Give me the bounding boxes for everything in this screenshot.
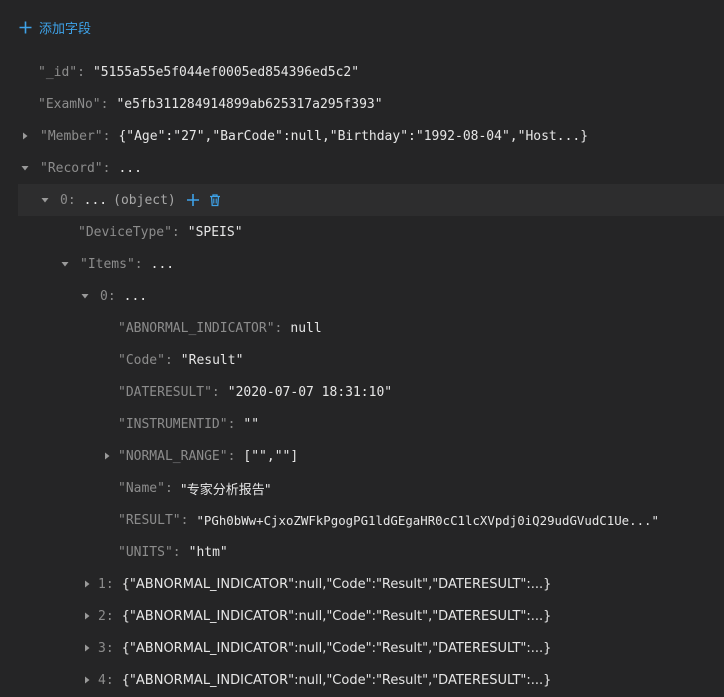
field-row-record-0[interactable]: 0: ... (object) xyxy=(18,184,724,216)
field-row-instrumentid[interactable]: "INSTRUMENTID": "" xyxy=(0,408,724,440)
field-value[interactable]: ... xyxy=(84,193,107,208)
field-value[interactable]: {"ABNORMAL_INDICATOR":null,"Code":"Resul… xyxy=(122,609,552,624)
field-value[interactable]: "2020-07-07 18:31:10" xyxy=(228,385,392,400)
expand-caret-icon[interactable] xyxy=(102,451,112,461)
field-row-examno[interactable]: "ExamNo": "e5fb311284914899ab625317a295f… xyxy=(0,88,724,120)
field-key: "_id" xyxy=(38,64,78,80)
field-value[interactable]: "专家分析报告" xyxy=(181,479,271,498)
field-row-dateresult[interactable]: "DATERESULT": "2020-07-07 18:31:10" xyxy=(0,376,724,408)
field-value[interactable]: "e5fb311284914899ab625317a295f393" xyxy=(116,97,382,112)
field-row-items-2[interactable]: 2: {"ABNORMAL_INDICATOR":null,"Code":"Re… xyxy=(0,600,724,632)
collapse-caret-icon[interactable] xyxy=(80,291,90,301)
field-row-units[interactable]: "UNITS": "htm" xyxy=(0,536,724,568)
colon: : xyxy=(180,512,189,528)
field-key: "Member" xyxy=(40,128,103,144)
field-key: 2 xyxy=(98,608,106,624)
collapse-caret-icon[interactable] xyxy=(20,163,30,173)
add-field-label: 添加字段 xyxy=(39,21,92,37)
field-key: "Name" xyxy=(118,480,165,496)
field-value[interactable]: {"ABNORMAL_INDICATOR":null,"Code":"Resul… xyxy=(122,577,552,592)
field-row-result[interactable]: "RESULT": "PGh0bWw+CjxoZWFkPgogPG1ldGEga… xyxy=(0,504,724,536)
colon: : xyxy=(105,576,114,592)
field-type-label: (object) xyxy=(113,192,176,208)
field-key: "DATERESULT" xyxy=(118,384,212,400)
field-key: 0 xyxy=(100,288,108,304)
colon: : xyxy=(107,288,116,304)
colon: : xyxy=(164,352,173,368)
collapse-caret-icon[interactable] xyxy=(40,195,50,205)
field-key: 0 xyxy=(60,192,68,208)
field-value[interactable]: null xyxy=(290,321,321,336)
expand-caret-icon[interactable] xyxy=(82,611,92,621)
field-key: "ExamNo" xyxy=(38,96,101,112)
colon: : xyxy=(172,544,181,560)
colon: : xyxy=(102,128,111,144)
field-row-items-3[interactable]: 3: {"ABNORMAL_INDICATOR":null,"Code":"Re… xyxy=(0,632,724,664)
colon: : xyxy=(171,224,180,240)
field-value[interactable]: ... xyxy=(124,289,147,304)
plus-icon xyxy=(19,21,32,33)
field-row-record[interactable]: "Record": ... xyxy=(0,152,724,184)
field-key: 1 xyxy=(98,576,106,592)
field-key: "UNITS" xyxy=(118,544,173,560)
field-row-items[interactable]: "Items": ... xyxy=(0,248,724,280)
colon: : xyxy=(274,320,283,336)
colon: : xyxy=(227,416,236,432)
colon: : xyxy=(105,672,114,688)
field-key: "Record" xyxy=(40,160,103,176)
field-row-items-1[interactable]: 1: {"ABNORMAL_INDICATOR":null,"Code":"Re… xyxy=(0,568,724,600)
colon: : xyxy=(77,64,85,80)
collapse-caret-icon[interactable] xyxy=(60,259,70,269)
field-row-abnormal-indicator[interactable]: "ABNORMAL_INDICATOR": null xyxy=(0,312,724,344)
field-value[interactable]: "" xyxy=(243,417,259,432)
field-key: 4 xyxy=(98,672,106,688)
field-value[interactable]: ... xyxy=(118,161,141,176)
field-row-code[interactable]: "Code": "Result" xyxy=(0,344,724,376)
field-value[interactable]: {"ABNORMAL_INDICATOR":null,"Code":"Resul… xyxy=(122,673,552,688)
field-row-devicetype[interactable]: "DeviceType": "SPEIS" xyxy=(0,216,724,248)
field-row-items-0[interactable]: 0: ... xyxy=(0,280,724,312)
field-row-items-4[interactable]: 4: {"ABNORMAL_INDICATOR":null,"Code":"Re… xyxy=(0,664,724,696)
colon: : xyxy=(105,640,114,656)
colon: : xyxy=(100,96,109,112)
field-value[interactable]: "SPEIS" xyxy=(188,225,243,240)
field-value[interactable]: ["",""] xyxy=(243,449,298,464)
colon: : xyxy=(211,384,220,400)
colon: : xyxy=(134,256,143,272)
trash-icon[interactable] xyxy=(208,193,222,207)
field-value[interactable]: "Result" xyxy=(181,353,244,368)
field-key: "NORMAL_RANGE" xyxy=(118,448,228,464)
add-field-button[interactable]: 添加字段 xyxy=(18,16,91,38)
field-row-member[interactable]: "Member": {"Age":"27","BarCode":null,"Bi… xyxy=(0,120,724,152)
expand-caret-icon[interactable] xyxy=(82,579,92,589)
colon: : xyxy=(164,480,173,496)
field-value[interactable]: "PGh0bWw+CjxoZWFkPgogPG1ldGEgaHR0cC1lcXV… xyxy=(196,513,659,528)
colon: : xyxy=(105,608,114,624)
field-value[interactable]: {"Age":"27","BarCode":null,"Birthday":"1… xyxy=(118,129,588,144)
field-key: "RESULT" xyxy=(118,512,181,528)
field-value[interactable]: ... xyxy=(151,257,174,272)
field-key: "Items" xyxy=(80,256,135,272)
field-key: "DeviceType" xyxy=(78,224,172,240)
add-icon[interactable] xyxy=(186,193,200,207)
expand-caret-icon[interactable] xyxy=(20,131,30,141)
field-value[interactable]: "htm" xyxy=(189,545,228,560)
field-key: "Code" xyxy=(118,352,165,368)
expand-caret-icon[interactable] xyxy=(82,675,92,685)
field-key: "ABNORMAL_INDICATOR" xyxy=(118,320,275,336)
field-value[interactable]: {"ABNORMAL_INDICATOR":null,"Code":"Resul… xyxy=(122,641,552,656)
colon: : xyxy=(67,192,76,208)
field-row-normal-range[interactable]: "NORMAL_RANGE": ["",""] xyxy=(0,440,724,472)
field-key: "INSTRUMENTID" xyxy=(118,416,228,432)
field-row-name[interactable]: "Name": "专家分析报告" xyxy=(0,472,724,504)
colon: : xyxy=(102,160,111,176)
field-value[interactable]: "5155a55e5f044ef0005ed854396ed5c2" xyxy=(93,65,359,80)
expand-caret-icon[interactable] xyxy=(82,643,92,653)
field-row-id[interactable]: "_id": "5155a55e5f044ef0005ed854396ed5c2… xyxy=(0,56,724,88)
colon: : xyxy=(227,448,236,464)
field-key: 3 xyxy=(98,640,106,656)
